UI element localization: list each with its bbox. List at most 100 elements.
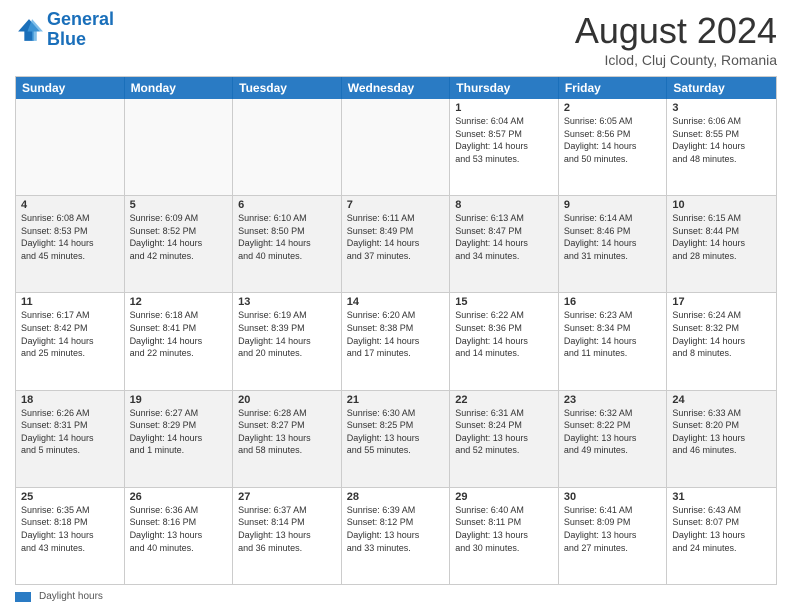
day-number: 12 xyxy=(130,296,228,308)
day-info: Sunrise: 6:14 AM Sunset: 8:46 PM Dayligh… xyxy=(564,212,662,262)
logo-icon xyxy=(15,16,43,44)
day-number: 10 xyxy=(672,199,771,211)
calendar-cell: 7Sunrise: 6:11 AM Sunset: 8:49 PM Daylig… xyxy=(342,196,451,292)
footer-label: Daylight hours xyxy=(39,591,103,602)
day-info: Sunrise: 6:30 AM Sunset: 8:25 PM Dayligh… xyxy=(347,407,445,457)
logo-line1: General xyxy=(47,9,114,29)
month-title: August 2024 xyxy=(575,10,777,52)
day-number: 23 xyxy=(564,394,662,406)
calendar-body: 1Sunrise: 6:04 AM Sunset: 8:57 PM Daylig… xyxy=(16,99,776,584)
day-number: 9 xyxy=(564,199,662,211)
calendar-cell: 8Sunrise: 6:13 AM Sunset: 8:47 PM Daylig… xyxy=(450,196,559,292)
day-info: Sunrise: 6:35 AM Sunset: 8:18 PM Dayligh… xyxy=(21,504,119,554)
logo-line2: Blue xyxy=(47,30,114,50)
day-info: Sunrise: 6:26 AM Sunset: 8:31 PM Dayligh… xyxy=(21,407,119,457)
calendar-cell: 5Sunrise: 6:09 AM Sunset: 8:52 PM Daylig… xyxy=(125,196,234,292)
header-monday: Monday xyxy=(125,77,234,99)
calendar-row-5: 25Sunrise: 6:35 AM Sunset: 8:18 PM Dayli… xyxy=(16,487,776,584)
calendar-cell xyxy=(16,99,125,195)
day-number: 18 xyxy=(21,394,119,406)
calendar-cell: 20Sunrise: 6:28 AM Sunset: 8:27 PM Dayli… xyxy=(233,391,342,487)
day-number: 29 xyxy=(455,491,553,503)
day-number: 16 xyxy=(564,296,662,308)
calendar-row-4: 18Sunrise: 6:26 AM Sunset: 8:31 PM Dayli… xyxy=(16,390,776,487)
day-number: 20 xyxy=(238,394,336,406)
day-number: 24 xyxy=(672,394,771,406)
calendar-cell: 22Sunrise: 6:31 AM Sunset: 8:24 PM Dayli… xyxy=(450,391,559,487)
day-number: 15 xyxy=(455,296,553,308)
calendar-cell: 19Sunrise: 6:27 AM Sunset: 8:29 PM Dayli… xyxy=(125,391,234,487)
calendar-cell: 15Sunrise: 6:22 AM Sunset: 8:36 PM Dayli… xyxy=(450,293,559,389)
calendar-header: Sunday Monday Tuesday Wednesday Thursday… xyxy=(16,77,776,99)
day-number: 7 xyxy=(347,199,445,211)
day-info: Sunrise: 6:17 AM Sunset: 8:42 PM Dayligh… xyxy=(21,309,119,359)
day-number: 14 xyxy=(347,296,445,308)
logo-text: General Blue xyxy=(47,10,114,50)
calendar-cell: 28Sunrise: 6:39 AM Sunset: 8:12 PM Dayli… xyxy=(342,488,451,584)
calendar-cell: 18Sunrise: 6:26 AM Sunset: 8:31 PM Dayli… xyxy=(16,391,125,487)
calendar-cell: 21Sunrise: 6:30 AM Sunset: 8:25 PM Dayli… xyxy=(342,391,451,487)
day-info: Sunrise: 6:39 AM Sunset: 8:12 PM Dayligh… xyxy=(347,504,445,554)
calendar-cell: 2Sunrise: 6:05 AM Sunset: 8:56 PM Daylig… xyxy=(559,99,668,195)
calendar-cell: 31Sunrise: 6:43 AM Sunset: 8:07 PM Dayli… xyxy=(667,488,776,584)
day-info: Sunrise: 6:10 AM Sunset: 8:50 PM Dayligh… xyxy=(238,212,336,262)
day-number: 28 xyxy=(347,491,445,503)
day-info: Sunrise: 6:18 AM Sunset: 8:41 PM Dayligh… xyxy=(130,309,228,359)
day-info: Sunrise: 6:08 AM Sunset: 8:53 PM Dayligh… xyxy=(21,212,119,262)
day-info: Sunrise: 6:31 AM Sunset: 8:24 PM Dayligh… xyxy=(455,407,553,457)
day-number: 26 xyxy=(130,491,228,503)
header-thursday: Thursday xyxy=(450,77,559,99)
calendar-cell: 17Sunrise: 6:24 AM Sunset: 8:32 PM Dayli… xyxy=(667,293,776,389)
day-number: 6 xyxy=(238,199,336,211)
day-number: 13 xyxy=(238,296,336,308)
calendar-row-2: 4Sunrise: 6:08 AM Sunset: 8:53 PM Daylig… xyxy=(16,195,776,292)
calendar-cell: 16Sunrise: 6:23 AM Sunset: 8:34 PM Dayli… xyxy=(559,293,668,389)
day-number: 11 xyxy=(21,296,119,308)
day-info: Sunrise: 6:04 AM Sunset: 8:57 PM Dayligh… xyxy=(455,115,553,165)
header: General Blue August 2024 Iclod, Cluj Cou… xyxy=(15,10,777,68)
day-number: 22 xyxy=(455,394,553,406)
day-info: Sunrise: 6:24 AM Sunset: 8:32 PM Dayligh… xyxy=(672,309,771,359)
header-tuesday: Tuesday xyxy=(233,77,342,99)
day-number: 4 xyxy=(21,199,119,211)
day-number: 27 xyxy=(238,491,336,503)
day-number: 2 xyxy=(564,102,662,114)
footer: Daylight hours xyxy=(15,591,777,602)
day-number: 1 xyxy=(455,102,553,114)
calendar-cell xyxy=(342,99,451,195)
header-saturday: Saturday xyxy=(667,77,776,99)
day-number: 3 xyxy=(672,102,771,114)
day-info: Sunrise: 6:40 AM Sunset: 8:11 PM Dayligh… xyxy=(455,504,553,554)
calendar-cell: 30Sunrise: 6:41 AM Sunset: 8:09 PM Dayli… xyxy=(559,488,668,584)
day-info: Sunrise: 6:13 AM Sunset: 8:47 PM Dayligh… xyxy=(455,212,553,262)
calendar: Sunday Monday Tuesday Wednesday Thursday… xyxy=(15,76,777,585)
calendar-cell: 13Sunrise: 6:19 AM Sunset: 8:39 PM Dayli… xyxy=(233,293,342,389)
header-friday: Friday xyxy=(559,77,668,99)
day-info: Sunrise: 6:28 AM Sunset: 8:27 PM Dayligh… xyxy=(238,407,336,457)
calendar-cell: 29Sunrise: 6:40 AM Sunset: 8:11 PM Dayli… xyxy=(450,488,559,584)
header-wednesday: Wednesday xyxy=(342,77,451,99)
calendar-row-1: 1Sunrise: 6:04 AM Sunset: 8:57 PM Daylig… xyxy=(16,99,776,195)
calendar-cell: 10Sunrise: 6:15 AM Sunset: 8:44 PM Dayli… xyxy=(667,196,776,292)
day-info: Sunrise: 6:37 AM Sunset: 8:14 PM Dayligh… xyxy=(238,504,336,554)
day-info: Sunrise: 6:05 AM Sunset: 8:56 PM Dayligh… xyxy=(564,115,662,165)
calendar-cell: 24Sunrise: 6:33 AM Sunset: 8:20 PM Dayli… xyxy=(667,391,776,487)
day-info: Sunrise: 6:15 AM Sunset: 8:44 PM Dayligh… xyxy=(672,212,771,262)
location: Iclod, Cluj County, Romania xyxy=(575,52,777,68)
calendar-cell: 6Sunrise: 6:10 AM Sunset: 8:50 PM Daylig… xyxy=(233,196,342,292)
day-info: Sunrise: 6:23 AM Sunset: 8:34 PM Dayligh… xyxy=(564,309,662,359)
day-info: Sunrise: 6:09 AM Sunset: 8:52 PM Dayligh… xyxy=(130,212,228,262)
calendar-cell: 27Sunrise: 6:37 AM Sunset: 8:14 PM Dayli… xyxy=(233,488,342,584)
day-info: Sunrise: 6:43 AM Sunset: 8:07 PM Dayligh… xyxy=(672,504,771,554)
day-number: 17 xyxy=(672,296,771,308)
calendar-cell xyxy=(233,99,342,195)
page: General Blue August 2024 Iclod, Cluj Cou… xyxy=(0,0,792,612)
calendar-cell: 12Sunrise: 6:18 AM Sunset: 8:41 PM Dayli… xyxy=(125,293,234,389)
day-number: 25 xyxy=(21,491,119,503)
calendar-cell: 1Sunrise: 6:04 AM Sunset: 8:57 PM Daylig… xyxy=(450,99,559,195)
day-number: 19 xyxy=(130,394,228,406)
day-info: Sunrise: 6:27 AM Sunset: 8:29 PM Dayligh… xyxy=(130,407,228,457)
calendar-cell: 23Sunrise: 6:32 AM Sunset: 8:22 PM Dayli… xyxy=(559,391,668,487)
day-info: Sunrise: 6:19 AM Sunset: 8:39 PM Dayligh… xyxy=(238,309,336,359)
day-info: Sunrise: 6:06 AM Sunset: 8:55 PM Dayligh… xyxy=(672,115,771,165)
